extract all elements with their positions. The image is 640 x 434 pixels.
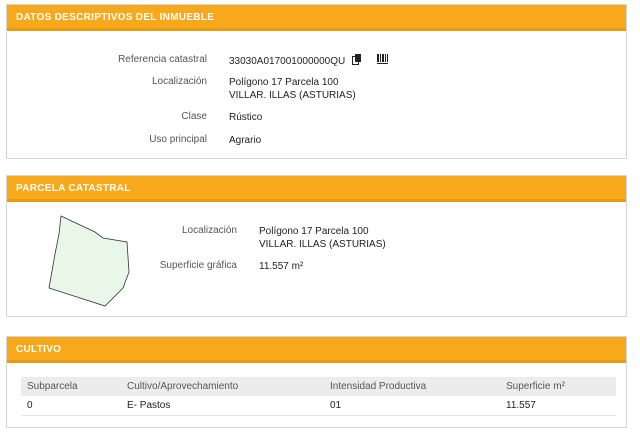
parcela-localizacion-label: Localización — [181, 225, 237, 236]
col-subparcela: Subparcela — [21, 377, 121, 396]
localizacion-label: Localización — [151, 76, 207, 87]
col-intensidad: Intensidad Productiva — [324, 377, 500, 396]
datos-descriptivos-header: DATOS DESCRIPTIVOS DEL INMUEBLE — [7, 5, 626, 31]
cell-intensidad: 01 — [324, 396, 500, 416]
col-cultivo: Cultivo/Aprovechamiento — [121, 377, 324, 396]
cell-cultivo: E- Pastos — [121, 396, 324, 416]
localizacion-line2: VILLAR. ILLAS (ASTURIAS) — [229, 90, 356, 101]
cultivo-table-header-row: Subparcela Cultivo/Aprovechamiento Inten… — [21, 377, 616, 396]
cultivo-table: Subparcela Cultivo/Aprovechamiento Inten… — [21, 377, 616, 416]
ref-catastral-value: 33030A017001000000QU — [229, 56, 346, 68]
uso-principal-value: Agrario — [229, 135, 262, 146]
parcela-catastral-header: PARCELA CATASTRAL — [7, 176, 626, 202]
parcela-catastral-panel: PARCELA CATASTRAL Localización Polígono … — [6, 175, 627, 317]
copy-icon[interactable] — [352, 54, 362, 69]
ref-catastral-label: Referencia catastral — [118, 54, 207, 65]
barcode-icon[interactable] — [376, 54, 388, 69]
parcela-localizacion-line1: Polígono 17 Parcela 100 — [259, 226, 369, 237]
superficie-grafica-label: Superficie gráfica — [159, 260, 237, 271]
superficie-grafica-value: 11.557 m² — [259, 261, 304, 272]
ref-catastral-row: 33030A017001000000QU — [229, 54, 388, 69]
datos-descriptivos-panel: DATOS DESCRIPTIVOS DEL INMUEBLE Referenc… — [6, 4, 627, 159]
cell-subparcela: 0 — [21, 396, 121, 416]
clase-label: Clase — [181, 111, 207, 122]
col-superficie: Superficie m² — [500, 377, 616, 396]
clase-value: Rústico — [229, 112, 263, 123]
uso-principal-label: Uso principal — [149, 134, 207, 145]
cultivo-panel: CULTIVO Subparcela Cultivo/Aprovechamien… — [6, 336, 627, 428]
table-row: 0 E- Pastos 01 11.557 — [21, 396, 616, 416]
localizacion-line1: Polígono 17 Parcela 100 — [229, 77, 339, 88]
cell-superficie: 11.557 — [500, 396, 616, 416]
cultivo-header: CULTIVO — [7, 337, 626, 363]
parcela-localizacion-line2: VILLAR. ILLAS (ASTURIAS) — [259, 239, 386, 250]
